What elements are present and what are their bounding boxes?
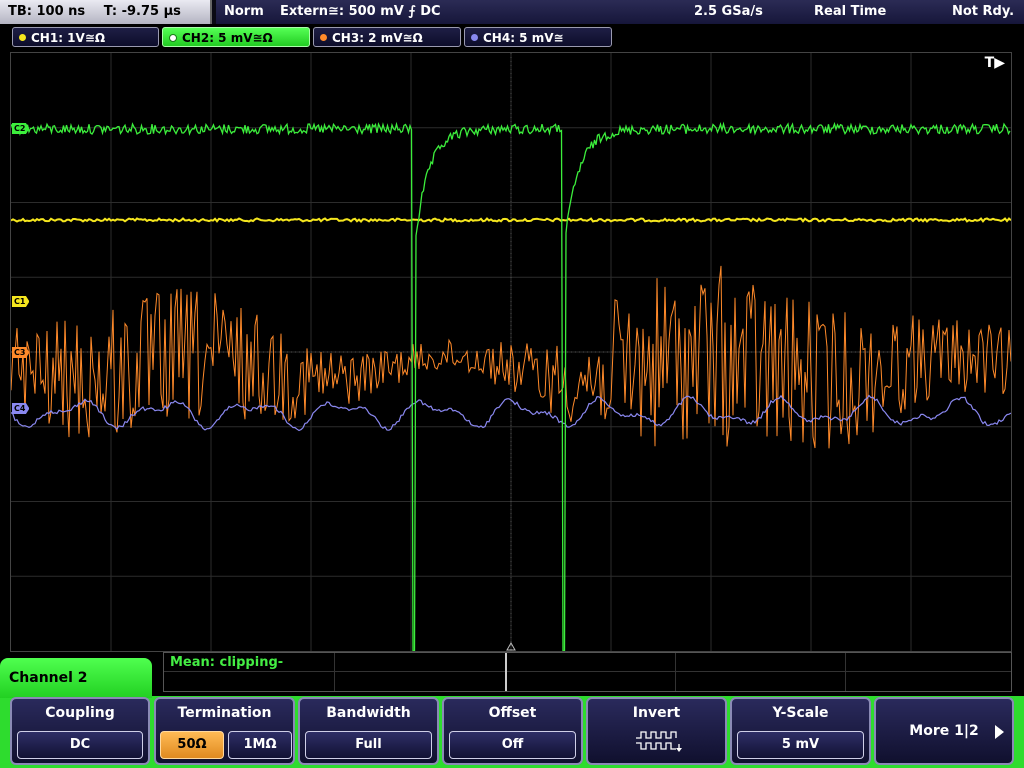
acq-mode-label[interactable]: Real Time — [814, 0, 886, 24]
invert-title: Invert — [632, 705, 681, 721]
mean-readout: Mean: clipping- — [170, 655, 284, 670]
timebase-box[interactable]: TB: 100 ns T: -9.75 µs — [0, 0, 212, 24]
more-arrow-icon — [995, 725, 1004, 739]
ch1-dot-icon — [19, 34, 26, 41]
coupling-softkey[interactable]: Coupling DC — [10, 697, 150, 765]
sample-rate-label[interactable]: 2.5 GSa/s — [694, 0, 763, 24]
acq-status-label: Not Rdy. — [952, 4, 1015, 19]
invert-waveform-icon — [636, 731, 682, 752]
ch2-marker[interactable]: C2 — [12, 123, 30, 134]
panel-divider — [334, 653, 335, 691]
invert-softkey[interactable]: Invert — [586, 697, 727, 765]
channel-tab-2-label: CH2: 5 mV≅Ω — [182, 31, 273, 45]
trigger-mode-label[interactable]: Norm — [224, 0, 264, 24]
ch1-marker[interactable]: C1 — [12, 296, 30, 307]
channel-tab-1[interactable]: CH1: 1V≅Ω — [12, 27, 159, 47]
panel-cursor — [505, 653, 507, 691]
bandwidth-value-button[interactable]: Full — [305, 731, 432, 759]
channel-tab-1-label: CH1: 1V≅Ω — [31, 31, 106, 45]
channel-tab-4-label: CH4: 5 mV≅ — [483, 31, 564, 45]
channel-tab-3[interactable]: CH3: 2 mV≅Ω — [313, 27, 461, 47]
channel-tabs: CH1: 1V≅Ω CH2: 5 mV≅Ω CH3: 2 mV≅Ω CH4: 5… — [0, 25, 1024, 49]
more-softkey[interactable]: More 1|2 — [874, 697, 1014, 765]
bandwidth-softkey[interactable]: Bandwidth Full — [298, 697, 439, 765]
top-status-bar: TB: 100 ns T: -9.75 µs Norm Extern≅: 500… — [0, 0, 1024, 24]
yscale-value-button[interactable]: 5 mV — [737, 731, 864, 759]
menu-title-tab[interactable]: Channel 2 — [0, 658, 152, 698]
trigger-time-label: T: -9.75 µs — [103, 4, 181, 19]
ch2-dot-icon — [169, 33, 177, 42]
coupling-value-button[interactable]: DC — [17, 731, 143, 759]
termination-1mohm-button[interactable]: 1MΩ — [228, 731, 292, 759]
coupling-title: Coupling — [45, 705, 115, 721]
ch3-marker[interactable]: C3 — [12, 347, 30, 358]
panel-divider — [675, 653, 676, 691]
termination-50ohm-button[interactable]: 50Ω — [160, 731, 224, 759]
waveform-svg — [11, 53, 1011, 651]
offset-value-button[interactable]: Off — [449, 731, 576, 759]
waveform-display[interactable]: T▶ C1 C2 C3 C4 — [10, 52, 1012, 652]
channel-tab-2[interactable]: CH2: 5 mV≅Ω — [162, 27, 310, 47]
panel-divider — [164, 671, 1011, 672]
measurement-panel: Mean: clipping- — [163, 652, 1012, 692]
channel-tab-3-label: CH3: 2 mV≅Ω — [332, 31, 423, 45]
ch4-dot-icon — [471, 34, 478, 41]
yscale-softkey[interactable]: Y-Scale 5 mV — [730, 697, 871, 765]
bandwidth-title: Bandwidth — [326, 705, 411, 721]
acquisition-status: Norm Extern≅: 500 mV ⨍ DC 2.5 GSa/s Real… — [216, 0, 1024, 24]
channel-tab-4[interactable]: CH4: 5 mV≅ — [464, 27, 612, 47]
ch4-marker[interactable]: C4 — [12, 403, 30, 414]
offset-softkey[interactable]: Offset Off — [442, 697, 583, 765]
timebase-label: TB: 100 ns — [8, 4, 86, 19]
yscale-title: Y-Scale — [772, 705, 829, 721]
offset-title: Offset — [488, 705, 537, 721]
more-label: More 1|2 — [909, 723, 979, 739]
ch3-dot-icon — [320, 34, 327, 41]
trigger-source-label[interactable]: Extern≅: 500 mV ⨍ DC — [280, 0, 441, 24]
panel-divider — [845, 653, 846, 691]
termination-title: Termination — [177, 705, 272, 721]
trigger-badge: T▶ — [984, 55, 1005, 71]
termination-softkey[interactable]: Termination 50Ω 1MΩ — [154, 697, 295, 765]
